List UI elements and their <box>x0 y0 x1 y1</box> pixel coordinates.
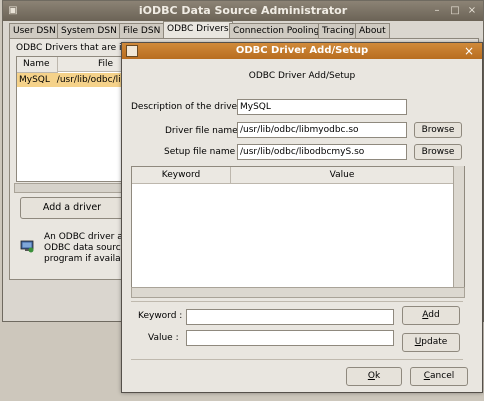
separator <box>131 359 463 360</box>
setup-file-field[interactable]: /usr/lib/odbc/libodbcmyS.so <box>237 144 407 160</box>
minimize-icon[interactable]: – <box>431 5 443 17</box>
driver-file: /usr/lib/odbc/libm <box>56 75 129 85</box>
add-driver-button[interactable]: Add a driver <box>20 197 124 219</box>
browse-driver-button[interactable]: Browse <box>414 122 462 138</box>
driver-file-field[interactable]: /usr/lib/odbc/libmyodbc.so <box>237 122 407 138</box>
info-text-line: An ODBC driver a <box>44 232 123 242</box>
drivers-list[interactable]: Name File MySQL /usr/lib/odbc/libm <box>16 56 130 182</box>
info-text-line: program if availab <box>44 254 127 264</box>
value-input[interactable] <box>186 330 394 346</box>
keyword-value-table[interactable]: Keyword Value <box>131 166 465 290</box>
window-title: iODBC Data Source Administrator <box>3 1 483 21</box>
computer-info-icon <box>20 240 34 253</box>
keyword-label: Keyword : <box>138 311 183 321</box>
ok-button[interactable]: Ok <box>346 367 402 386</box>
update-button[interactable]: Update <box>402 333 460 352</box>
tab-system-dsn[interactable]: System DSN <box>57 23 121 39</box>
info-text-line: ODBC data source <box>44 243 127 253</box>
driver-setup-dialog: ODBC Driver Add/Setup × ODBC Driver Add/… <box>121 42 483 393</box>
tab-odbc-drivers[interactable]: ODBC Drivers <box>163 21 233 39</box>
setup-file-label: Setup file name <box>164 147 236 157</box>
keyword-input[interactable] <box>186 309 394 325</box>
cancel-button[interactable]: Cancel <box>410 367 468 386</box>
dialog-menu-icon[interactable] <box>126 45 138 57</box>
column-header-file[interactable]: File <box>58 57 123 72</box>
value-label: Value : <box>148 333 179 343</box>
maximize-icon[interactable]: □ <box>449 5 461 17</box>
browse-setup-button[interactable]: Browse <box>414 144 462 160</box>
dialog-title: ODBC Driver Add/Setup <box>122 43 482 59</box>
column-header-value[interactable]: Value <box>231 167 453 184</box>
list-item[interactable]: MySQL /usr/lib/odbc/libm <box>17 73 129 87</box>
close-icon[interactable]: × <box>466 5 478 17</box>
tab-tracing[interactable]: Tracing <box>318 23 359 39</box>
tab-file-dsn[interactable]: File DSN <box>119 23 165 39</box>
separator <box>131 301 463 302</box>
close-icon[interactable]: × <box>462 44 476 58</box>
horizontal-scrollbar[interactable] <box>131 287 465 298</box>
column-header-keyword[interactable]: Keyword <box>132 167 231 184</box>
driver-file-label: Driver file name <box>165 126 238 136</box>
dialog-heading: ODBC Driver Add/Setup <box>248 71 356 81</box>
window-menu-icon[interactable]: ▣ <box>7 5 19 17</box>
drivers-header: ODBC Drivers that are in <box>16 43 128 53</box>
vertical-scrollbar[interactable] <box>453 166 464 288</box>
horizontal-scrollbar[interactable] <box>14 183 126 193</box>
add-button[interactable]: Add <box>402 306 460 325</box>
tab-user-dsn[interactable]: User DSN <box>9 23 60 39</box>
description-field[interactable]: MySQL <box>237 99 407 115</box>
tab-about[interactable]: About <box>355 23 390 39</box>
column-header-name[interactable]: Name <box>17 57 58 73</box>
tab-connection-pooling[interactable]: Connection Pooling <box>229 23 324 39</box>
driver-name: MySQL <box>19 75 50 85</box>
description-label: Description of the driver <box>131 102 241 112</box>
